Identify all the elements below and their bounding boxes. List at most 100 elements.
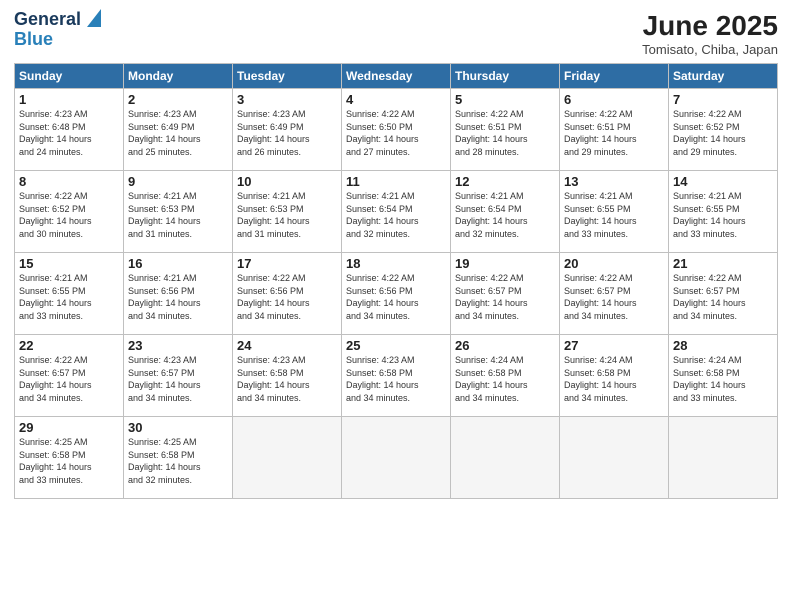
day-number: 21 [673,256,773,271]
day-info: Sunrise: 4:23 AM Sunset: 6:58 PM Dayligh… [237,354,337,404]
calendar-cell: 20Sunrise: 4:22 AM Sunset: 6:57 PM Dayli… [560,253,669,335]
day-number: 9 [128,174,228,189]
day-number: 22 [19,338,119,353]
day-number: 17 [237,256,337,271]
day-info: Sunrise: 4:21 AM Sunset: 6:54 PM Dayligh… [346,190,446,240]
day-info: Sunrise: 4:21 AM Sunset: 6:53 PM Dayligh… [128,190,228,240]
day-number: 28 [673,338,773,353]
calendar-cell: 4Sunrise: 4:22 AM Sunset: 6:50 PM Daylig… [342,89,451,171]
calendar-week-0: 1Sunrise: 4:23 AM Sunset: 6:48 PM Daylig… [15,89,778,171]
calendar-week-4: 29Sunrise: 4:25 AM Sunset: 6:58 PM Dayli… [15,417,778,499]
day-info: Sunrise: 4:23 AM Sunset: 6:48 PM Dayligh… [19,108,119,158]
col-sunday: Sunday [15,64,124,89]
day-info: Sunrise: 4:24 AM Sunset: 6:58 PM Dayligh… [673,354,773,404]
day-number: 5 [455,92,555,107]
day-number: 3 [237,92,337,107]
calendar-cell: 5Sunrise: 4:22 AM Sunset: 6:51 PM Daylig… [451,89,560,171]
day-number: 11 [346,174,446,189]
month-title: June 2025 [642,10,778,42]
calendar-cell: 21Sunrise: 4:22 AM Sunset: 6:57 PM Dayli… [669,253,778,335]
day-info: Sunrise: 4:23 AM Sunset: 6:57 PM Dayligh… [128,354,228,404]
day-info: Sunrise: 4:25 AM Sunset: 6:58 PM Dayligh… [128,436,228,486]
header-row: Sunday Monday Tuesday Wednesday Thursday… [15,64,778,89]
calendar-cell: 13Sunrise: 4:21 AM Sunset: 6:55 PM Dayli… [560,171,669,253]
day-number: 12 [455,174,555,189]
calendar-cell [451,417,560,499]
day-info: Sunrise: 4:22 AM Sunset: 6:57 PM Dayligh… [673,272,773,322]
calendar-cell: 17Sunrise: 4:22 AM Sunset: 6:56 PM Dayli… [233,253,342,335]
calendar-cell: 24Sunrise: 4:23 AM Sunset: 6:58 PM Dayli… [233,335,342,417]
day-info: Sunrise: 4:22 AM Sunset: 6:56 PM Dayligh… [237,272,337,322]
calendar-week-2: 15Sunrise: 4:21 AM Sunset: 6:55 PM Dayli… [15,253,778,335]
day-number: 13 [564,174,664,189]
calendar-cell: 30Sunrise: 4:25 AM Sunset: 6:58 PM Dayli… [124,417,233,499]
calendar-cell: 28Sunrise: 4:24 AM Sunset: 6:58 PM Dayli… [669,335,778,417]
day-number: 1 [19,92,119,107]
calendar-cell: 2Sunrise: 4:23 AM Sunset: 6:49 PM Daylig… [124,89,233,171]
page-container: General Blue June 2025 Tomisato, Chiba, … [0,0,792,509]
calendar-cell: 9Sunrise: 4:21 AM Sunset: 6:53 PM Daylig… [124,171,233,253]
col-friday: Friday [560,64,669,89]
day-number: 4 [346,92,446,107]
day-info: Sunrise: 4:22 AM Sunset: 6:52 PM Dayligh… [19,190,119,240]
day-info: Sunrise: 4:22 AM Sunset: 6:50 PM Dayligh… [346,108,446,158]
day-number: 26 [455,338,555,353]
day-info: Sunrise: 4:23 AM Sunset: 6:58 PM Dayligh… [346,354,446,404]
day-info: Sunrise: 4:21 AM Sunset: 6:55 PM Dayligh… [19,272,119,322]
day-number: 30 [128,420,228,435]
day-number: 27 [564,338,664,353]
day-info: Sunrise: 4:23 AM Sunset: 6:49 PM Dayligh… [128,108,228,158]
day-number: 23 [128,338,228,353]
day-info: Sunrise: 4:23 AM Sunset: 6:49 PM Dayligh… [237,108,337,158]
calendar-cell: 1Sunrise: 4:23 AM Sunset: 6:48 PM Daylig… [15,89,124,171]
logo: General Blue [14,10,101,50]
calendar-cell: 10Sunrise: 4:21 AM Sunset: 6:53 PM Dayli… [233,171,342,253]
calendar-cell [342,417,451,499]
day-number: 15 [19,256,119,271]
calendar-cell: 3Sunrise: 4:23 AM Sunset: 6:49 PM Daylig… [233,89,342,171]
calendar-cell [233,417,342,499]
day-number: 19 [455,256,555,271]
day-info: Sunrise: 4:21 AM Sunset: 6:53 PM Dayligh… [237,190,337,240]
logo-icon [83,9,101,27]
col-wednesday: Wednesday [342,64,451,89]
location: Tomisato, Chiba, Japan [642,42,778,57]
calendar-cell: 8Sunrise: 4:22 AM Sunset: 6:52 PM Daylig… [15,171,124,253]
day-number: 16 [128,256,228,271]
calendar-cell: 25Sunrise: 4:23 AM Sunset: 6:58 PM Dayli… [342,335,451,417]
calendar-cell: 6Sunrise: 4:22 AM Sunset: 6:51 PM Daylig… [560,89,669,171]
day-info: Sunrise: 4:22 AM Sunset: 6:51 PM Dayligh… [564,108,664,158]
day-info: Sunrise: 4:21 AM Sunset: 6:55 PM Dayligh… [564,190,664,240]
calendar-cell: 15Sunrise: 4:21 AM Sunset: 6:55 PM Dayli… [15,253,124,335]
calendar-week-1: 8Sunrise: 4:22 AM Sunset: 6:52 PM Daylig… [15,171,778,253]
calendar-cell: 23Sunrise: 4:23 AM Sunset: 6:57 PM Dayli… [124,335,233,417]
col-tuesday: Tuesday [233,64,342,89]
calendar-cell: 26Sunrise: 4:24 AM Sunset: 6:58 PM Dayli… [451,335,560,417]
day-info: Sunrise: 4:25 AM Sunset: 6:58 PM Dayligh… [19,436,119,486]
col-thursday: Thursday [451,64,560,89]
day-info: Sunrise: 4:24 AM Sunset: 6:58 PM Dayligh… [564,354,664,404]
day-info: Sunrise: 4:21 AM Sunset: 6:56 PM Dayligh… [128,272,228,322]
day-info: Sunrise: 4:22 AM Sunset: 6:57 PM Dayligh… [564,272,664,322]
calendar-cell: 19Sunrise: 4:22 AM Sunset: 6:57 PM Dayli… [451,253,560,335]
day-info: Sunrise: 4:21 AM Sunset: 6:55 PM Dayligh… [673,190,773,240]
day-info: Sunrise: 4:22 AM Sunset: 6:57 PM Dayligh… [455,272,555,322]
day-info: Sunrise: 4:22 AM Sunset: 6:52 PM Dayligh… [673,108,773,158]
calendar-cell: 11Sunrise: 4:21 AM Sunset: 6:54 PM Dayli… [342,171,451,253]
day-info: Sunrise: 4:22 AM Sunset: 6:57 PM Dayligh… [19,354,119,404]
calendar-cell: 12Sunrise: 4:21 AM Sunset: 6:54 PM Dayli… [451,171,560,253]
calendar-cell [669,417,778,499]
calendar-cell: 22Sunrise: 4:22 AM Sunset: 6:57 PM Dayli… [15,335,124,417]
header: General Blue June 2025 Tomisato, Chiba, … [14,10,778,57]
day-number: 29 [19,420,119,435]
calendar-cell: 16Sunrise: 4:21 AM Sunset: 6:56 PM Dayli… [124,253,233,335]
day-number: 14 [673,174,773,189]
col-monday: Monday [124,64,233,89]
calendar-week-3: 22Sunrise: 4:22 AM Sunset: 6:57 PM Dayli… [15,335,778,417]
calendar-cell: 27Sunrise: 4:24 AM Sunset: 6:58 PM Dayli… [560,335,669,417]
day-number: 10 [237,174,337,189]
calendar-cell [560,417,669,499]
day-info: Sunrise: 4:24 AM Sunset: 6:58 PM Dayligh… [455,354,555,404]
day-number: 24 [237,338,337,353]
title-block: June 2025 Tomisato, Chiba, Japan [642,10,778,57]
